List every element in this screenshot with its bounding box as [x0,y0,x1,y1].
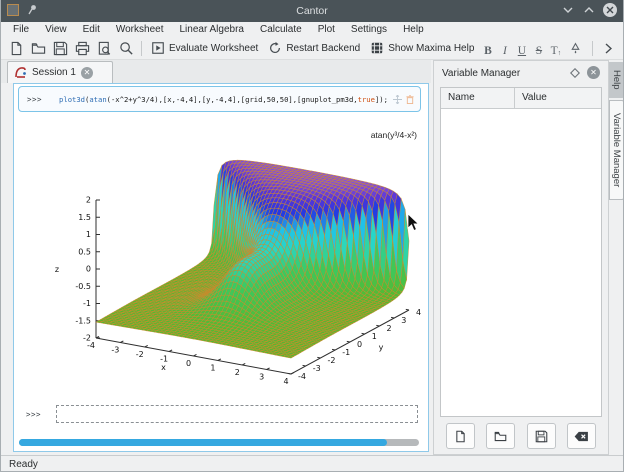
next-prompt: >>> [26,410,41,419]
menubar: FileViewEditWorksheetLinear AlgebraCalcu… [1,22,623,37]
format-italic-button[interactable]: I [496,39,513,57]
menu-plot[interactable]: Plot [310,22,343,37]
format-underline-button[interactable]: U [513,39,530,57]
command-prompt: >>> [27,95,42,104]
toolbar: Evaluate Worksheet Restart Backend Show … [1,37,623,60]
menu-calculate[interactable]: Calculate [252,22,310,37]
format-buttons: BIUST↑ [479,39,564,57]
variable-manager-title: Variable Manager [442,68,520,79]
save-icon [535,430,548,443]
variable-manager-panel: Variable Manager ✕ Name Value [433,60,609,455]
move-cell-icon[interactable] [393,95,402,104]
maximize-button[interactable] [582,3,596,17]
evaluate-worksheet-button[interactable]: Evaluate Worksheet [146,41,263,55]
tabbar: Session 1 ✕ [1,60,431,83]
find-button[interactable] [115,38,137,58]
menu-settings[interactable]: Settings [343,22,395,37]
code-token: atan [89,95,106,104]
code-token: ]); [375,95,388,104]
new-variable-button[interactable] [446,423,475,449]
menu-edit[interactable]: Edit [75,22,108,37]
plot-title: atan(y³/4-x²) [371,130,417,140]
cantor-icon [14,66,27,79]
folder-icon [494,430,507,443]
mouse-cursor [407,214,420,232]
float-panel-icon[interactable] [570,68,580,78]
side-tab-strip: Help Variable Manager [609,60,624,455]
worksheet: >>> plot3d(atan(-x^2+y^3/4),[x,-4,4],[y,… [13,83,429,452]
close-button[interactable] [603,3,617,17]
print-icon [75,41,90,56]
tab-session-1[interactable]: Session 1 ✕ [7,61,113,83]
load-variables-button[interactable] [486,423,515,449]
print-preview-button[interactable] [93,38,115,58]
format-bold-button[interactable]: B [479,39,496,57]
search-icon [119,41,134,56]
print-preview-icon [97,41,112,56]
clear-icon [574,431,589,442]
toolbar-separator [141,41,142,56]
save-button[interactable] [49,38,71,58]
folder-icon [31,41,46,56]
chevron-right-icon [605,43,612,54]
code-token: true [358,95,375,104]
maxima-help-icon [370,41,384,55]
status-text: Ready [9,459,38,470]
delete-cell-icon[interactable] [406,95,414,104]
open-button[interactable] [27,38,49,58]
save-variables-button[interactable] [527,423,556,449]
plot-output: atan(y³/4-x²) [21,112,427,404]
titlebar: Cantor [1,0,623,22]
side-tab-variable-manager[interactable]: Variable Manager [609,100,624,200]
print-button[interactable] [71,38,93,58]
progress-bar [19,439,419,446]
menu-view[interactable]: View [37,22,75,37]
variable-manager-header: Variable Manager ✕ [434,61,608,85]
command-code: plot3d(atan(-x^2+y^3/4),[x,-4,4],[y,-4,4… [59,95,388,104]
tab-close-icon[interactable]: ✕ [81,67,93,79]
progress-fill [19,439,387,446]
side-tab-help[interactable]: Help [609,62,624,98]
cantor-window: Cantor FileViewEditWorksheetLinear Algeb… [0,0,624,472]
restart-backend-label: Restart Backend [286,43,360,54]
format-super-button[interactable]: T↑ [547,39,564,57]
close-panel-icon[interactable]: ✕ [587,66,600,79]
column-header-name[interactable]: Name [441,88,515,108]
clear-variables-button[interactable] [567,423,596,449]
show-maxima-help-label: Show Maxima Help [388,43,474,54]
toolbar-overflow-button[interactable] [597,38,619,58]
evaluate-worksheet-label: Evaluate Worksheet [169,43,258,54]
variable-manager-buttons [434,423,608,449]
restart-icon [268,41,282,55]
tab-label: Session 1 [32,67,76,78]
text-color-icon [569,42,582,55]
column-header-value[interactable]: Value [515,88,547,108]
toolbar-separator [592,41,593,56]
text-color-button[interactable] [564,38,586,58]
variable-table: Name Value [440,87,602,417]
variable-table-header: Name Value [441,88,601,109]
window-title: Cantor [1,5,623,17]
plot-canvas [21,112,427,404]
evaluate-icon [151,41,165,55]
next-command-row: >>> [14,402,428,426]
format-strike-button[interactable]: S [530,39,547,57]
save-icon [53,41,68,56]
shade-button[interactable] [561,3,575,17]
code-token: (-x^2+y^3/4),[x,-4,4],[y,-4,4],[grid,50,… [107,95,358,104]
new-document-button[interactable] [5,38,27,58]
statusbar: Ready [1,455,623,472]
menu-linear-algebra[interactable]: Linear Algebra [171,22,252,37]
menu-worksheet[interactable]: Worksheet [108,22,172,37]
command-cell[interactable]: >>> plot3d(atan(-x^2+y^3/4),[x,-4,4],[y,… [18,86,421,112]
restart-backend-button[interactable]: Restart Backend [263,41,365,55]
show-maxima-help-button[interactable]: Show Maxima Help [365,41,479,55]
cell-actions [393,95,414,104]
code-token: plot3d [59,95,85,104]
empty-command-entry[interactable] [56,405,418,423]
menu-help[interactable]: Help [395,22,432,37]
new-document-icon [9,41,24,56]
new-document-icon [454,430,467,443]
menu-file[interactable]: File [5,22,37,37]
